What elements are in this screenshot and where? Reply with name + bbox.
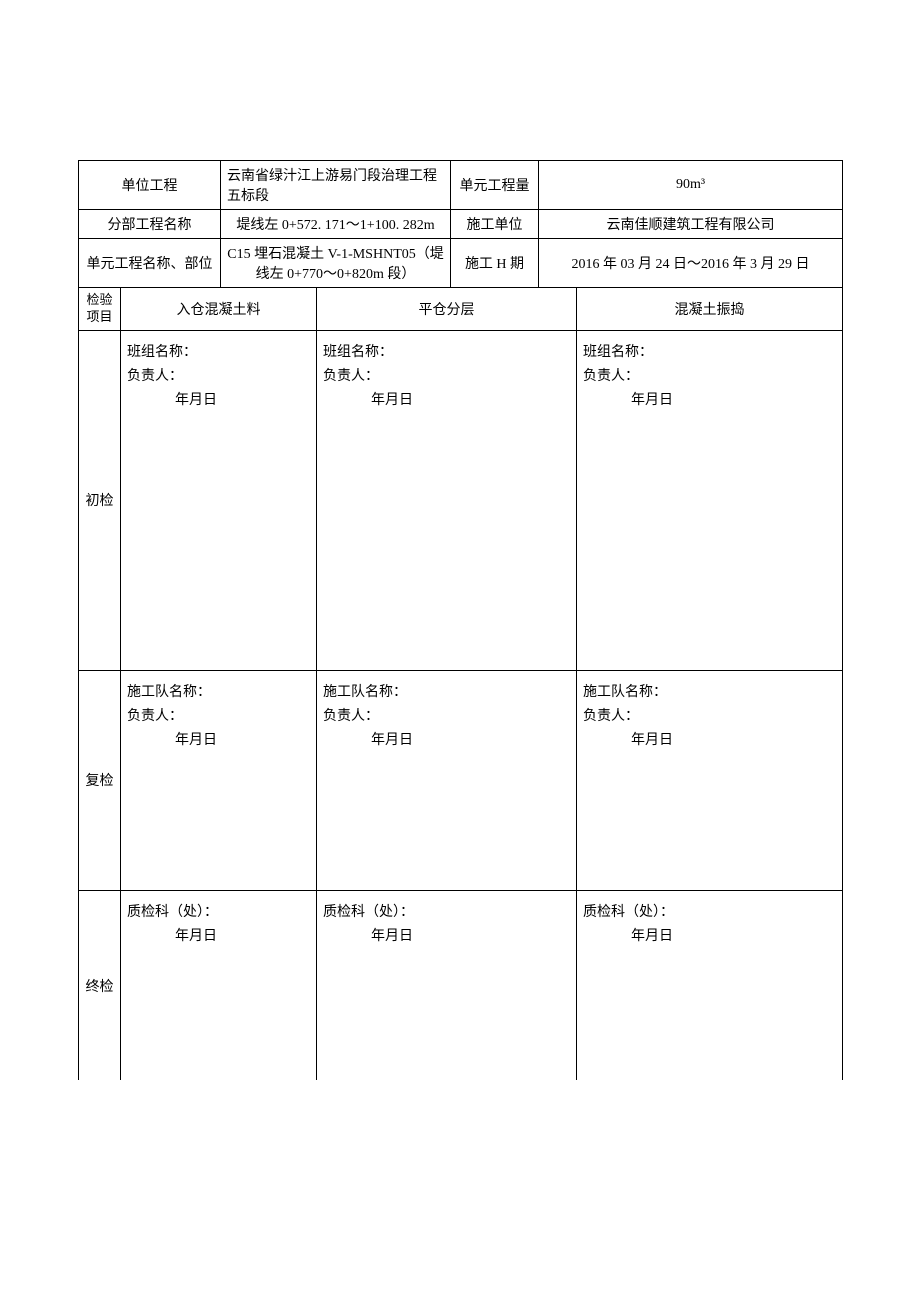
initial-check-cell-3: 班组名称： 负责人： 年月日 xyxy=(577,330,843,670)
date-label: 年月日 xyxy=(583,729,836,749)
header-row-2: 分部工程名称 堤线左 0+572. 171～1+100. 282m 施工单位 云… xyxy=(79,210,843,239)
period-value: 2016 年 03 月 24 日～2016 年 3 月 29 日 xyxy=(539,239,843,288)
unit-project-value: 云南省绿汁江上游易门段治理工程五标段 xyxy=(221,161,451,210)
unit-qty-value: 90m³ xyxy=(539,161,843,210)
construction-unit-label: 施工单位 xyxy=(451,210,539,239)
signature-block: 班组名称： 负责人： 年月日 xyxy=(121,331,316,419)
team-label: 施工队名称： xyxy=(323,681,570,701)
unit-qty-label: 单元工程量 xyxy=(451,161,539,210)
check-col1: 入仓混凝土料 xyxy=(121,288,317,331)
signature-block: 班组名称： 负责人： 年月日 xyxy=(317,331,576,419)
date-label: 年月日 xyxy=(583,925,836,945)
signature-block: 班组名称： 负责人： 年月日 xyxy=(577,331,842,419)
initial-check-label: 初检 xyxy=(79,330,121,670)
header-row-3: 单元工程名称、部位 C15 埋石混凝土 V-1-MSHNT05（堤线左 0+77… xyxy=(79,239,843,288)
initial-check-cell-1: 班组名称： 负责人： 年月日 xyxy=(121,330,317,670)
initial-check-cell-2: 班组名称： 负责人： 年月日 xyxy=(317,330,577,670)
team-label: 施工队名称： xyxy=(583,681,836,701)
recheck-cell-2: 施工队名称： 负责人： 年月日 xyxy=(317,670,577,890)
dept-label: 质检科（处）： xyxy=(127,901,310,921)
date-label: 年月日 xyxy=(127,729,310,749)
header-row-1: 单位工程 云南省绿汁江上游易门段治理工程五标段 单元工程量 90m³ xyxy=(79,161,843,210)
person-label: 负责人： xyxy=(323,705,570,725)
person-label: 负责人： xyxy=(127,365,310,385)
final-check-cell-3: 质检科（处）： 年月日 xyxy=(577,890,843,1080)
dept-label: 质检科（处）： xyxy=(323,901,570,921)
date-label: 年月日 xyxy=(583,389,836,409)
person-label: 负责人： xyxy=(583,365,836,385)
team-label: 施工队名称： xyxy=(127,681,310,701)
sub-project-value: 堤线左 0+572. 171～1+100. 282m xyxy=(221,210,451,239)
date-label: 年月日 xyxy=(127,925,310,945)
dept-label: 质检科（处）： xyxy=(583,901,836,921)
sub-project-label: 分部工程名称 xyxy=(79,210,221,239)
unit-part-value: C15 埋石混凝土 V-1-MSHNT05（堤线左 0+770～0+820m 段… xyxy=(221,239,451,288)
recheck-cell-1: 施工队名称： 负责人： 年月日 xyxy=(121,670,317,890)
unit-part-label: 单元工程名称、部位 xyxy=(79,239,221,288)
recheck-row: 复检 施工队名称： 负责人： 年月日 施工队名称： 负责人： 年月日 施工队名称… xyxy=(79,670,843,890)
person-label: 负责人： xyxy=(323,365,570,385)
construction-unit-value: 云南佳顺建筑工程有限公司 xyxy=(539,210,843,239)
date-label: 年月日 xyxy=(323,729,570,749)
person-label: 负责人： xyxy=(583,705,836,725)
date-label: 年月日 xyxy=(323,925,570,945)
check-col2: 平仓分层 xyxy=(317,288,577,331)
date-label: 年月日 xyxy=(323,389,570,409)
final-check-cell-1: 质检科（处）： 年月日 xyxy=(121,890,317,1080)
person-label: 负责人： xyxy=(127,705,310,725)
team-label: 班组名称： xyxy=(323,341,570,361)
check-label: 检验项目 xyxy=(79,288,121,331)
team-label: 班组名称： xyxy=(583,341,836,361)
unit-project-label: 单位工程 xyxy=(79,161,221,210)
form-table: 单位工程 云南省绿汁江上游易门段治理工程五标段 单元工程量 90m³ 分部工程名… xyxy=(78,160,843,1080)
recheck-cell-3: 施工队名称： 负责人： 年月日 xyxy=(577,670,843,890)
final-check-label: 终检 xyxy=(79,890,121,1080)
signature-block: 施工队名称： 负责人： 年月日 xyxy=(121,671,316,759)
recheck-label: 复检 xyxy=(79,670,121,890)
final-check-cell-2: 质检科（处）： 年月日 xyxy=(317,890,577,1080)
signature-block: 质检科（处）： 年月日 xyxy=(317,891,576,955)
initial-check-row: 初检 班组名称： 负责人： 年月日 班组名称： 负责人： 年月日 班组名称： 负… xyxy=(79,330,843,670)
check-items-row: 检验项目 入仓混凝土料 平仓分层 混凝土振捣 xyxy=(79,288,843,331)
signature-block: 质检科（处）： 年月日 xyxy=(577,891,842,955)
signature-block: 施工队名称： 负责人： 年月日 xyxy=(317,671,576,759)
team-label: 班组名称： xyxy=(127,341,310,361)
period-label: 施工 H 期 xyxy=(451,239,539,288)
check-col3: 混凝土振捣 xyxy=(577,288,843,331)
date-label: 年月日 xyxy=(127,389,310,409)
signature-block: 施工队名称： 负责人： 年月日 xyxy=(577,671,842,759)
signature-block: 质检科（处）： 年月日 xyxy=(121,891,316,955)
final-check-row: 终检 质检科（处）： 年月日 质检科（处）： 年月日 质检科（处）： 年月日 xyxy=(79,890,843,1080)
page: 单位工程 云南省绿汁江上游易门段治理工程五标段 单元工程量 90m³ 分部工程名… xyxy=(0,0,920,1301)
